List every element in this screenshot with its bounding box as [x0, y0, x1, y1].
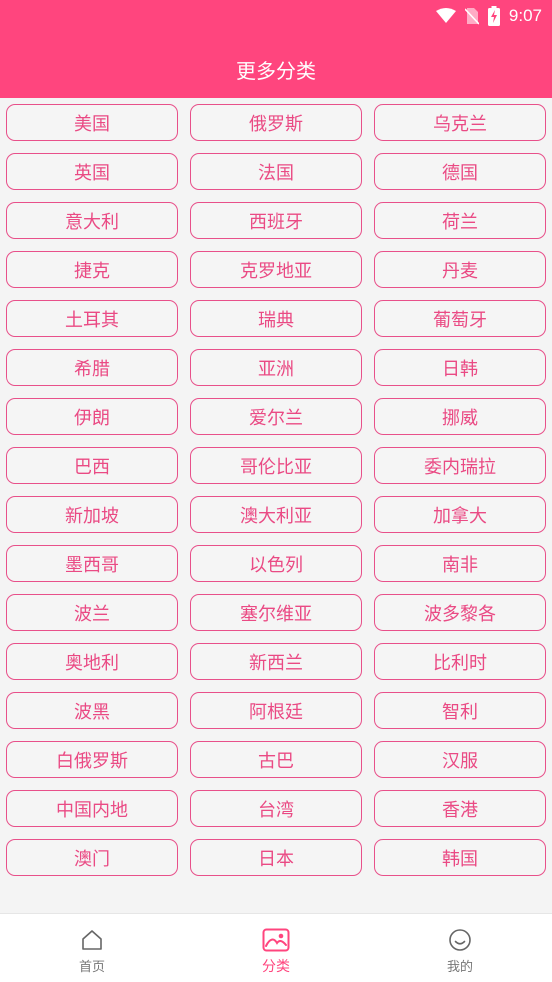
category-button[interactable]: 新加坡: [6, 496, 178, 533]
category-button[interactable]: 奥地利: [6, 643, 178, 680]
category-button[interactable]: 亚洲: [190, 349, 362, 386]
category-button[interactable]: 瑞典: [190, 300, 362, 337]
category-button[interactable]: 中国内地: [6, 790, 178, 827]
category-button[interactable]: 爱尔兰: [190, 398, 362, 435]
category-button[interactable]: 波兰: [6, 594, 178, 631]
category-button[interactable]: 智利: [374, 692, 546, 729]
category-button[interactable]: 日本: [190, 839, 362, 876]
category-button[interactable]: 波黑: [6, 692, 178, 729]
category-button[interactable]: 新西兰: [190, 643, 362, 680]
status-time: 9:07: [508, 6, 542, 25]
category-button[interactable]: 乌克兰: [374, 104, 546, 141]
tab-mine-label: 我的: [446, 960, 473, 975]
home-icon: [82, 930, 102, 950]
category-button[interactable]: 比利时: [374, 643, 546, 680]
wifi-icon: [435, 8, 456, 23]
category-button[interactable]: 挪威: [374, 398, 546, 435]
category-button[interactable]: 塞尔维亚: [190, 594, 362, 631]
category-button[interactable]: 波多黎各: [374, 594, 546, 631]
category-button[interactable]: 捷克: [6, 251, 178, 288]
category-button[interactable]: 土耳其: [6, 300, 178, 337]
category-button[interactable]: 台湾: [190, 790, 362, 827]
category-button[interactable]: 克罗地亚: [190, 251, 362, 288]
tab-home-label: 首页: [78, 960, 105, 975]
category-button[interactable]: 西班牙: [190, 202, 362, 239]
category-button[interactable]: 意大利: [6, 202, 178, 239]
category-button[interactable]: 加拿大: [374, 496, 546, 533]
category-button[interactable]: 以色列: [190, 545, 362, 582]
no-sim-icon: [464, 8, 479, 25]
category-button[interactable]: 阿根廷: [190, 692, 362, 729]
category-button[interactable]: 德国: [374, 153, 546, 190]
category-button[interactable]: 澳大利亚: [190, 496, 362, 533]
category-grid: 美国 俄罗斯 乌克兰英国 法国 德国意大利 西班牙 荷兰捷克 克罗地亚 丹麦土耳其 瑞典 葡萄牙希腊…: [6, 104, 546, 876]
tab-mine[interactable]: 我的: [368, 914, 552, 982]
category-button[interactable]: 韩国: [374, 839, 546, 876]
app-header: 9:07 更多分类: [0, 0, 552, 98]
category-button[interactable]: 荷兰: [374, 202, 546, 239]
category-button[interactable]: 巴西: [6, 447, 178, 484]
category-button[interactable]: 希腊: [6, 349, 178, 386]
category-button[interactable]: 俄罗斯: [190, 104, 362, 141]
page-title: 更多分类: [236, 59, 316, 83]
category-button[interactable]: 哥伦比亚: [190, 447, 362, 484]
category-button[interactable]: 澳门: [6, 839, 178, 876]
category-button[interactable]: 美国: [6, 104, 178, 141]
tab-home[interactable]: 首页: [0, 914, 184, 982]
image-category-icon: [262, 928, 290, 952]
category-button[interactable]: 葡萄牙: [374, 300, 546, 337]
smiley-icon: [449, 929, 471, 951]
bottom-tab-bar: 首页 分类 我的: [0, 913, 552, 982]
category-button[interactable]: 汉服: [374, 741, 546, 778]
category-button[interactable]: 古巴: [190, 741, 362, 778]
category-button[interactable]: 白俄罗斯: [6, 741, 178, 778]
category-button[interactable]: 日韩: [374, 349, 546, 386]
category-button[interactable]: 香港: [374, 790, 546, 827]
battery-charging-icon: [487, 6, 500, 26]
tab-category-label: 分类: [262, 959, 290, 975]
status-bar: 9:07: [435, 5, 542, 27]
tab-category[interactable]: 分类: [184, 914, 368, 982]
category-button[interactable]: 伊朗: [6, 398, 178, 435]
category-button[interactable]: 南非: [374, 545, 546, 582]
category-button[interactable]: 墨西哥: [6, 545, 178, 582]
category-button[interactable]: 委内瑞拉: [374, 447, 546, 484]
category-button[interactable]: 丹麦: [374, 251, 546, 288]
category-button[interactable]: 英国: [6, 153, 178, 190]
category-button[interactable]: 法国: [190, 153, 362, 190]
